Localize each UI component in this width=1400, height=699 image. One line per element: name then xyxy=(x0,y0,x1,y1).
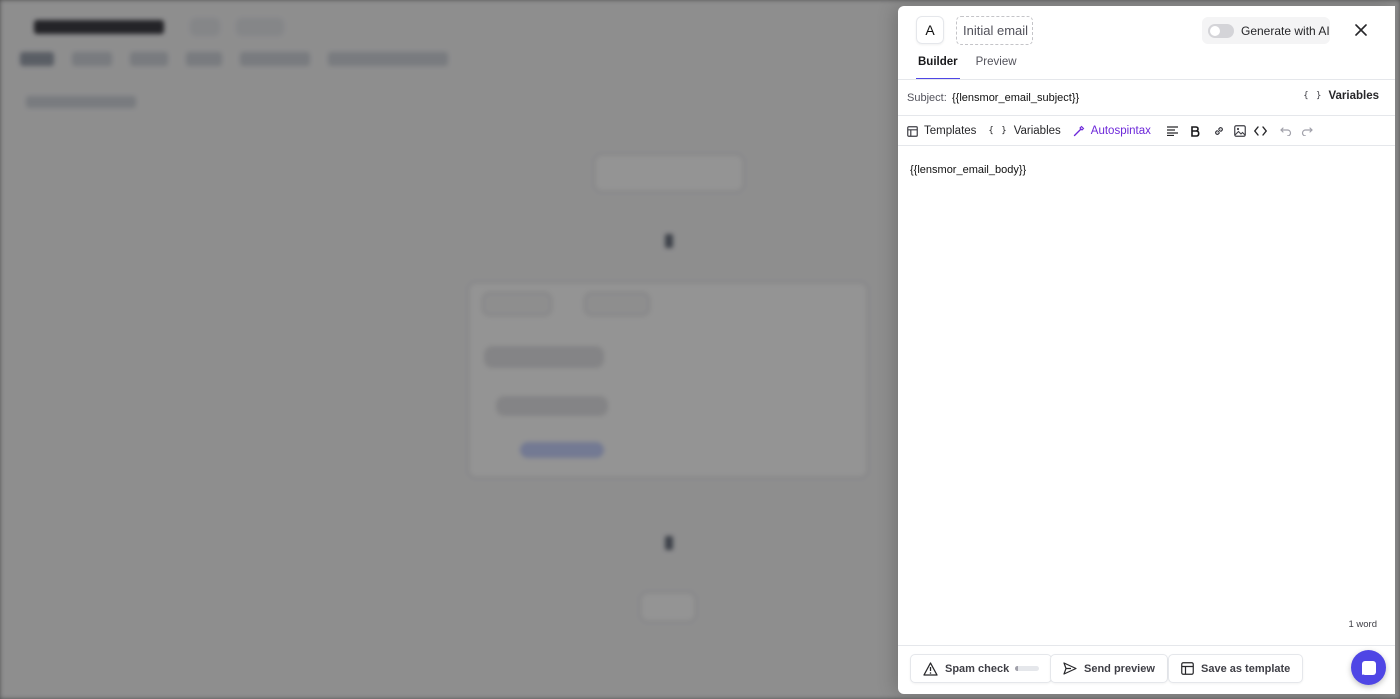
email-editor-panel: A Initial email Generate with AI Builder… xyxy=(898,6,1395,694)
variables-button[interactable]: { } Variables xyxy=(988,125,1060,137)
spam-score-fill xyxy=(1015,666,1018,671)
template-icon xyxy=(1181,662,1194,675)
close-button[interactable] xyxy=(1352,21,1370,39)
generate-with-ai-control[interactable]: Generate with AI xyxy=(1202,17,1330,44)
variables-label: Variables xyxy=(1013,125,1061,137)
close-icon xyxy=(1355,24,1367,36)
subject-input[interactable]: {{lensmor_email_subject}} xyxy=(952,92,1079,104)
subject-row: Subject: {{lensmor_email_subject}} { } V… xyxy=(898,80,1395,116)
spam-score-bar xyxy=(1015,666,1040,671)
subject-variables-button[interactable]: { } Variables xyxy=(1303,90,1379,102)
email-body-editor[interactable]: {{lensmor_email_body}} xyxy=(910,164,1026,176)
code-icon xyxy=(1254,126,1268,136)
editor-tabs: Builder Preview xyxy=(916,56,1033,80)
email-name-value: Initial email xyxy=(963,23,1029,38)
warning-icon xyxy=(923,661,938,676)
link-button[interactable] xyxy=(1209,121,1229,141)
tab-preview[interactable]: Preview xyxy=(974,56,1019,80)
save-as-template-label: Save as template xyxy=(1201,662,1291,675)
redo-button[interactable] xyxy=(1297,121,1317,141)
email-name-input[interactable]: Initial email xyxy=(956,16,1033,45)
align-icon xyxy=(1167,126,1179,136)
autospintax-label: Autospintax xyxy=(1090,125,1151,137)
panel-footer: Spam check Send preview Save as template xyxy=(898,646,1395,694)
word-count: 1 word xyxy=(1348,619,1377,630)
subject-label: Subject: xyxy=(907,92,947,104)
undo-icon xyxy=(1280,127,1291,136)
sender-avatar-button[interactable]: A xyxy=(916,16,944,44)
chat-icon xyxy=(1361,660,1376,675)
send-preview-label: Send preview xyxy=(1084,662,1155,675)
subject-variables-label: Variables xyxy=(1328,90,1379,102)
templates-button[interactable]: Templates xyxy=(907,125,976,137)
image-button[interactable] xyxy=(1230,121,1250,141)
bold-icon xyxy=(1191,125,1200,137)
ai-toggle-switch[interactable] xyxy=(1208,23,1234,38)
panel-header: A Initial email Generate with AI xyxy=(898,6,1395,56)
magic-wand-icon xyxy=(1073,125,1085,137)
send-preview-button[interactable]: Send preview xyxy=(1050,654,1168,683)
spam-check-label: Spam check xyxy=(945,662,1010,675)
undo-button[interactable] xyxy=(1276,121,1296,141)
image-icon xyxy=(1234,125,1246,137)
braces-icon: { } xyxy=(988,126,1008,136)
bold-button[interactable] xyxy=(1185,121,1205,141)
send-icon xyxy=(1063,662,1077,675)
toggle-knob xyxy=(1210,25,1220,36)
divider xyxy=(898,145,1395,146)
avatar-letter: A xyxy=(925,22,935,38)
save-as-template-button[interactable]: Save as template xyxy=(1168,654,1304,683)
templates-label: Templates xyxy=(924,125,977,137)
autospintax-button[interactable]: Autospintax xyxy=(1073,125,1151,137)
redo-icon xyxy=(1301,127,1313,136)
code-button[interactable] xyxy=(1251,121,1271,141)
table-icon xyxy=(907,125,918,137)
braces-icon: { } xyxy=(1303,91,1323,101)
align-button[interactable] xyxy=(1163,121,1183,141)
link-icon xyxy=(1214,127,1223,135)
tab-builder[interactable]: Builder xyxy=(916,56,960,80)
ai-toggle-label: Generate with AI xyxy=(1241,23,1330,38)
chat-widget-button[interactable] xyxy=(1351,650,1386,685)
editor-toolbar: Templates { } Variables Autospintax xyxy=(898,116,1395,146)
spam-check-button[interactable]: Spam check xyxy=(910,654,1053,683)
